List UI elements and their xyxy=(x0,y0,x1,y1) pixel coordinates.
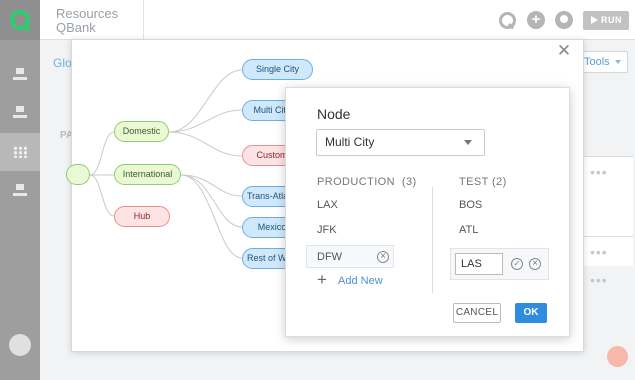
test-item[interactable]: ATL xyxy=(459,224,478,236)
rail-item-2[interactable] xyxy=(0,93,40,131)
row-menu-icon[interactable]: ••• xyxy=(590,244,608,260)
tree-node-single-city[interactable]: Single City xyxy=(242,59,313,80)
production-count: (3) xyxy=(401,176,417,188)
rail-item-grid[interactable] xyxy=(0,133,40,171)
floating-action-button[interactable] xyxy=(607,346,628,367)
tree-node-domestic[interactable]: Domestic xyxy=(114,121,169,142)
app-title-line2: QBank xyxy=(56,20,96,35)
row-menu-icon[interactable]: ••• xyxy=(590,164,608,180)
moon-icon[interactable] xyxy=(555,11,573,29)
search-icon[interactable] xyxy=(498,11,516,29)
tree-root-node[interactable] xyxy=(66,164,90,185)
logo-icon xyxy=(10,10,30,30)
row-menu-icon[interactable]: ••• xyxy=(590,272,608,288)
column-divider xyxy=(432,187,433,293)
production-item[interactable]: JFK xyxy=(317,224,337,236)
confirm-icon[interactable]: ✓ xyxy=(511,258,523,270)
rail-item-3[interactable] xyxy=(0,171,40,209)
production-header: PRODUCTION (3) xyxy=(317,176,417,188)
tree-node-hub[interactable]: Hub xyxy=(114,206,170,227)
chevron-down-icon xyxy=(464,140,472,145)
run-button[interactable]: RUN xyxy=(583,11,629,30)
dialog-title: Node xyxy=(317,106,351,122)
test-header-label: TEST xyxy=(459,176,489,188)
production-item[interactable]: LAX xyxy=(317,199,338,211)
test-item-input[interactable] xyxy=(455,253,503,275)
dashboard-icon xyxy=(13,68,27,80)
rail-item-1[interactable] xyxy=(0,55,40,93)
test-item-editor: ✓ × xyxy=(450,248,549,280)
production-header-label: PRODUCTION xyxy=(317,176,395,188)
left-rail xyxy=(0,0,40,380)
ok-button[interactable]: OK xyxy=(515,303,547,323)
remove-icon[interactable]: × xyxy=(529,258,541,270)
production-item-selected[interactable]: DFW × xyxy=(306,245,394,268)
node-select[interactable]: Multi City xyxy=(316,129,485,156)
header-divider xyxy=(143,0,144,40)
background-tab[interactable]: Glo xyxy=(53,56,72,70)
add-new-link[interactable]: Add New xyxy=(338,275,383,287)
tree-node-international[interactable]: International xyxy=(114,164,181,185)
plus-icon[interactable]: + xyxy=(317,271,327,288)
node-select-value: Multi City xyxy=(325,135,375,149)
test-count: (2) xyxy=(491,176,507,188)
node-dialog: Node Multi City PRODUCTION (3) TEST (2) … xyxy=(285,87,570,337)
app-title: Resources QBank xyxy=(56,7,118,35)
production-item-label: DFW xyxy=(317,251,343,263)
plus-circle-icon[interactable]: + xyxy=(527,11,545,29)
test-header: TEST (2) xyxy=(459,176,507,188)
dashboard-icon xyxy=(13,184,27,196)
remove-icon[interactable]: × xyxy=(377,251,389,263)
header: Resources QBank + RUN xyxy=(40,0,635,40)
grid-icon xyxy=(13,146,27,158)
dashboard-icon xyxy=(13,106,27,118)
app-title-line1: Resources xyxy=(56,6,119,21)
app-logo[interactable] xyxy=(0,0,40,40)
cancel-button[interactable]: CANCEL xyxy=(453,303,501,323)
avatar[interactable] xyxy=(9,334,31,356)
test-item[interactable]: BOS xyxy=(459,199,482,211)
